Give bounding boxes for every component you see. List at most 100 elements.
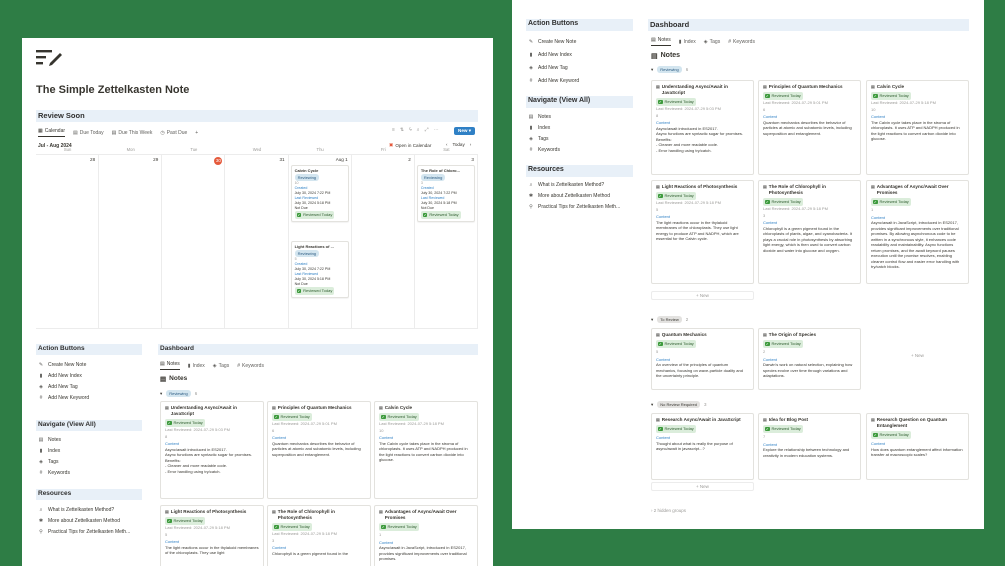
tab-due-today[interactable]: ▤ Due Today xyxy=(73,128,104,137)
resource-practical-tips[interactable]: ⚲ Practical Tips for Zettelkasten Meth... xyxy=(528,201,620,212)
group-header[interactable]: ▾ Reviewing 6 xyxy=(651,66,688,73)
create-new-note-button[interactable]: ✎ Create New Note xyxy=(38,359,89,370)
last-reviewed: Last Reviewed: 2024-07-29 5:18 PM xyxy=(379,421,444,426)
resource-what-is-zettelkasten[interactable]: ⌕ What is Zettelkasten Method? xyxy=(528,179,620,190)
resource-more-about-zettelkasten[interactable]: ✱ More about Zettelkasten Method xyxy=(38,515,130,526)
filter-icon[interactable]: ≡ xyxy=(392,127,395,133)
last-reviewed: Last Reviewed: 2024-07-29 5:18 PM xyxy=(656,200,721,205)
note-card[interactable]: ▤Light Reactions of Photosynthesis Review… xyxy=(651,180,754,284)
calendar-day-cell[interactable]: 28 xyxy=(36,155,100,329)
pen-icon: ✎ xyxy=(528,38,534,45)
tab-calendar[interactable]: ▦ Calendar xyxy=(38,128,66,137)
hidden-groups-toggle[interactable]: › 2 hidden groups xyxy=(651,508,686,513)
tab-index[interactable]: ▮ Index xyxy=(188,361,205,370)
group-header[interactable]: ▾ To Review 2 xyxy=(651,316,688,323)
nav-index[interactable]: ▮ Index xyxy=(528,122,560,133)
resource-practical-tips[interactable]: ⚲ Practical Tips for Zettelkasten Meth... xyxy=(38,526,130,537)
group-count: 6 xyxy=(194,391,198,396)
tab-tags[interactable]: ◈ Tags xyxy=(213,361,229,370)
tab-notes[interactable]: ▤ Notes xyxy=(160,361,180,370)
create-new-note-button[interactable]: ✎ Create New Note xyxy=(528,35,579,48)
note-card[interactable]: ▤ Advantages of Async/Await Over Promises… xyxy=(374,505,478,566)
nav-notes[interactable]: ▤ Notes xyxy=(38,434,70,445)
add-new-keyword-button[interactable]: # Add New Keyword xyxy=(528,74,580,87)
review-count: 1 xyxy=(379,532,382,537)
note-card[interactable]: ▤Calvin Cycle Reviewed TodayLast Reviewed… xyxy=(374,401,478,499)
clock-icon: ◷ xyxy=(160,129,165,136)
nav-tags[interactable]: ◈ Tags xyxy=(38,456,70,467)
tab-tags[interactable]: ◈ Tags xyxy=(704,37,720,46)
note-card[interactable]: ▤ Understanding Async/Await in JavaScript… xyxy=(160,401,264,499)
calendar-day-cell[interactable]: 30 xyxy=(162,155,226,329)
note-card[interactable]: ▤Calvin Cycle Reviewed TodayLast Reviewed… xyxy=(866,80,969,175)
tab-due-this-week[interactable]: ▤ Due This Week xyxy=(112,128,153,137)
new-card-button[interactable]: + New xyxy=(651,482,754,491)
search-icon[interactable]: ⌕ xyxy=(417,127,420,133)
bookmark-icon: ▮ xyxy=(39,372,43,379)
tab-keywords[interactable]: # Keywords xyxy=(728,37,755,46)
calendar-event-card[interactable]: The Role of Chloro... Reviewing 3 Created Ju… xyxy=(416,165,475,222)
due-status: Not Due xyxy=(420,206,435,210)
card-title: ▤ Idea for Blog Post xyxy=(763,417,809,422)
note-card[interactable]: ▤ Research Question on Quantum Entangleme… xyxy=(866,413,969,480)
calendar-event-card[interactable]: Calvin Cycle Reviewing 10 Created July 30, 2… xyxy=(290,165,349,222)
note-icon: ▤ xyxy=(871,84,875,89)
tab-notes[interactable]: ▤ Notes xyxy=(651,37,671,46)
nav-notes[interactable]: ▤ Notes xyxy=(528,111,560,122)
add-new-tag-button[interactable]: ◈ Add New Tag xyxy=(38,381,89,392)
new-card-button[interactable]: + New xyxy=(866,353,969,358)
tab-keywords[interactable]: # Keywords xyxy=(237,361,264,370)
new-card-button[interactable]: + New xyxy=(651,291,754,300)
tab-past-due[interactable]: ◷ Past Due xyxy=(160,128,187,137)
add-new-tag-button[interactable]: ◈ Add New Tag xyxy=(528,61,579,74)
nav-keywords[interactable]: # Keywords xyxy=(38,467,70,478)
bookmark-icon: ▮ xyxy=(678,38,682,45)
review-count: 8 xyxy=(656,112,659,118)
tab-index[interactable]: ▮ Index xyxy=(679,37,696,46)
note-icon: ▤ xyxy=(651,37,656,43)
group-reviewing[interactable]: ▾ Reviewing 6 xyxy=(160,390,197,397)
expand-icon[interactable]: ⤢ xyxy=(425,127,429,133)
chevron-down-icon: ▾ xyxy=(651,66,654,72)
sort-icon[interactable]: ⇅ xyxy=(400,127,404,133)
review-count: 5 xyxy=(656,206,659,212)
note-card[interactable]: ▤Principles of Quantum Mechanics Reviewed… xyxy=(758,80,861,175)
dashboard-tabs: ▤ Notes ▮ Index ◈ Tags # Keywords xyxy=(651,37,755,46)
note-card[interactable]: ▤Research Async/Await in JavaScript Revie… xyxy=(651,413,754,480)
note-card[interactable]: ▤ The Role of Chlorophyll in Photosynthes… xyxy=(267,505,371,566)
note-card[interactable]: ▤Quantum MechanicsReviewed Today5Content… xyxy=(651,328,754,390)
calendar-day-cell[interactable]: 2 xyxy=(351,155,415,329)
note-icon: ▤ xyxy=(651,53,658,60)
calendar-day-cell[interactable]: 31 xyxy=(225,155,289,329)
add-new-index-button[interactable]: ▮ Add New Index xyxy=(528,48,579,61)
add-new-index-button[interactable]: ▮ Add New Index xyxy=(38,370,89,381)
last-reviewed: Last Reviewed: 2024-07-29 5:18 PM xyxy=(272,531,337,536)
note-card[interactable]: ▤ The Role of Chlorophyll in Photosynthes… xyxy=(758,180,861,284)
resource-more-about-zettelkasten[interactable]: ✱ More about Zettelkasten Method xyxy=(528,190,620,201)
review-soon-heading: Review Soon xyxy=(36,110,478,122)
nav-tags[interactable]: ◈ Tags xyxy=(528,133,560,144)
day-number: 2 xyxy=(408,157,411,162)
pin-icon: ⚲ xyxy=(529,203,533,210)
note-card[interactable]: ▤Idea for Blog PostReviewed Today7Conten… xyxy=(758,413,861,480)
add-new-keyword-button[interactable]: # Add New Keyword xyxy=(38,392,90,403)
note-icon: ▤ xyxy=(871,417,875,422)
note-card[interactable]: ▤ Understanding Async/Await in JavaScript… xyxy=(651,80,754,175)
calendar-event-card[interactable]: Light Reactions of ... Reviewing 5 Created J… xyxy=(290,241,349,298)
note-card[interactable]: ▤The Origin of SpeciesReviewed Today2Con… xyxy=(758,328,861,390)
card-title: ▤ Research Async/Await in JavaScript xyxy=(656,417,741,422)
group-header[interactable]: ▾ No Review Required 3 xyxy=(651,401,706,408)
note-card[interactable]: ▤Light Reactions of Photosynthesis Review… xyxy=(160,505,264,566)
more-icon[interactable]: ⋯ xyxy=(434,127,439,133)
new-button[interactable]: New ▾ xyxy=(454,127,476,135)
nav-index[interactable]: ▮ Index xyxy=(38,445,70,456)
pen-icon: ✎ xyxy=(38,361,44,368)
calendar-day-cell[interactable]: 29 xyxy=(99,155,163,329)
lightning-icon[interactable]: ϟ xyxy=(409,127,412,133)
note-card[interactable]: ▤Principles of Quantum Mechanics Reviewed… xyxy=(267,401,371,499)
add-view-icon[interactable]: + xyxy=(195,128,198,137)
resource-what-is-zettelkasten[interactable]: ⌕ What is Zettelkasten Method? xyxy=(38,504,130,515)
nav-keywords[interactable]: # Keywords xyxy=(528,144,560,155)
note-card[interactable]: ▤ Advantages of Async/Await Over Promises… xyxy=(866,180,969,284)
card-title: ▤ Understanding Async/Await in JavaScript xyxy=(165,405,237,416)
